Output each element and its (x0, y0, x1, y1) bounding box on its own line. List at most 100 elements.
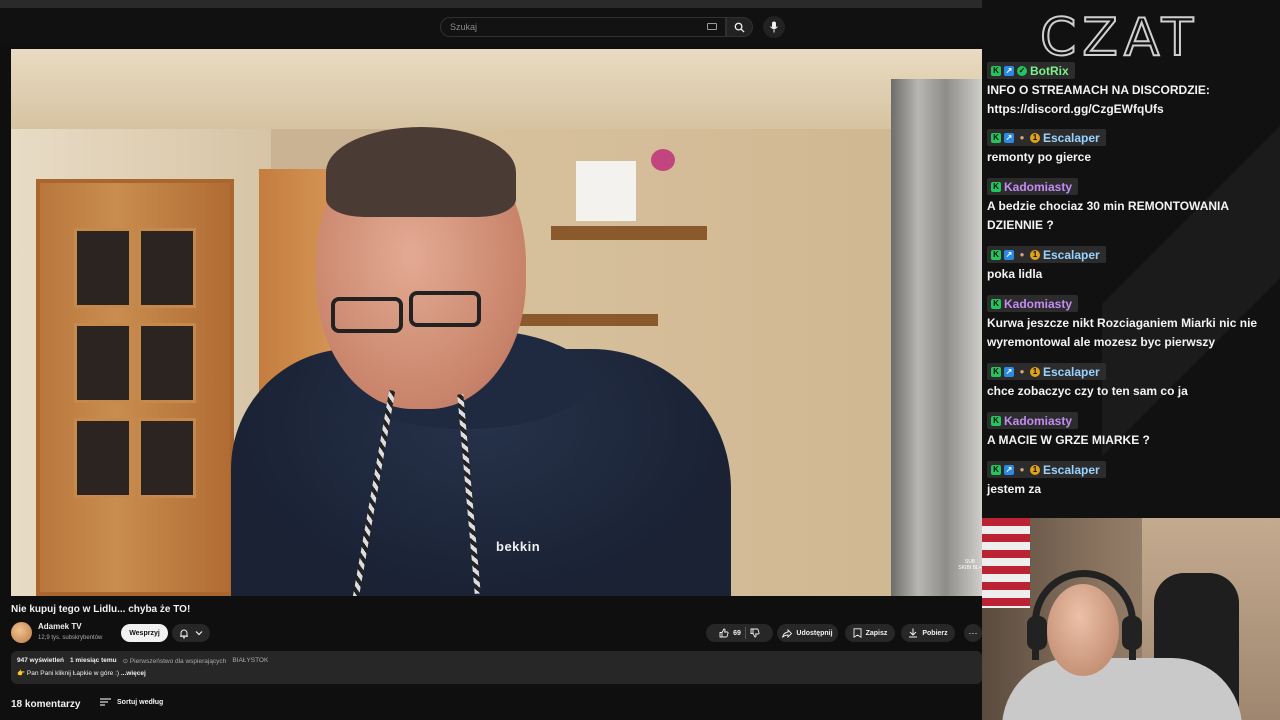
gold-badge-icon: 1 (1030, 366, 1040, 377)
like-dislike-group: 69 (706, 624, 773, 642)
chat-message: K ↗ ● 1 Escalaper poka lidla (987, 244, 1277, 284)
moderator-badge-icon: ↗ (1004, 249, 1014, 260)
video-scene (36, 179, 234, 596)
location-tag[interactable]: BIAŁYSTOK (232, 657, 268, 665)
supporter-badge-icon: ● (1019, 133, 1025, 142)
gold-badge-icon: 1 (1030, 249, 1040, 260)
video-player[interactable]: bekkin SUB SKIBI BL+ (11, 49, 982, 596)
chat-logo: CZAT (1039, 7, 1200, 69)
video-scene (551, 226, 707, 240)
chevron-down-icon (195, 631, 203, 636)
moderator-badge-icon: ↗ (1004, 65, 1014, 76)
chat-username: Escalaper (1043, 364, 1100, 379)
search-input[interactable]: Szukaj (440, 17, 726, 37)
description-box[interactable]: 947 wyświetleń 1 miesiąc temu ⊙ Pierwsze… (11, 651, 982, 684)
description-meta: 947 wyświetleń 1 miesiąc temu ⊙ Pierwsze… (17, 657, 976, 665)
download-label: Pobierz (922, 629, 948, 637)
like-count: 69 (733, 629, 741, 637)
view-count: 947 wyświetleń (17, 657, 64, 664)
kick-badge-icon: K (991, 132, 1001, 143)
chat-message: K Kadomiasty Kurwa jeszcze nikt Rozciaga… (987, 293, 1277, 352)
video-scene (326, 127, 516, 217)
verified-badge-icon: ✓ (1017, 65, 1027, 76)
supporter-badge-icon: ● (1019, 465, 1025, 474)
voice-search-button[interactable] (763, 16, 785, 38)
chat-username: Kadomiasty (1004, 296, 1073, 311)
channel-name[interactable]: Adamek TV (38, 622, 82, 631)
youtube-page: Szukaj bekkin SUB SKIBI BL+ Nie kupuj te… (0, 0, 982, 720)
chat-username-tag: K ↗ ● 1 Escalaper (987, 129, 1106, 146)
sort-label: Sortuj według (117, 698, 164, 706)
supporter-badge-icon: ● (1019, 250, 1025, 259)
gold-badge-icon: 1 (1030, 132, 1040, 143)
moderator-badge-icon: ↗ (1004, 464, 1014, 475)
chat-username-tag: K Kadomiasty (987, 178, 1079, 195)
kick-badge-icon: K (991, 65, 1001, 76)
video-scene (11, 49, 982, 129)
save-icon (853, 628, 862, 638)
headset-icon (1032, 570, 1136, 660)
chat-message: K ↗ ● 1 Escalaper remonty po gierce (987, 127, 1277, 167)
kick-badge-icon: K (991, 366, 1001, 377)
video-scene (331, 297, 403, 333)
video-scene (891, 79, 982, 596)
bell-icon (180, 629, 188, 639)
search-icon (734, 22, 745, 33)
kick-badge-icon: K (991, 181, 1001, 192)
dislike-button[interactable] (750, 628, 760, 638)
keyboard-icon[interactable] (707, 23, 717, 30)
download-button[interactable]: Pobierz (901, 624, 955, 642)
chat-username: Escalaper (1043, 247, 1100, 262)
video-title: Nie kupuj tego w Lidlu... chyba że TO! (11, 604, 191, 615)
webcam-overlay (982, 518, 1280, 720)
chat-username-tag: K ↗ ● 1 Escalaper (987, 246, 1106, 263)
chat-message-text: remonty po gierce (987, 150, 1092, 164)
search-placeholder: Szukaj (450, 22, 478, 32)
description-snippet: 👉 Pan Pani kliknij Łapkie w góre :) (17, 670, 120, 677)
webcam-scene (1122, 616, 1142, 650)
chat-username-tag: K ↗ ✓ BotRix (987, 62, 1075, 79)
share-icon (782, 628, 793, 638)
video-scene (506, 314, 658, 326)
channel-avatar[interactable] (11, 622, 32, 643)
search-button[interactable] (726, 17, 753, 37)
chat-message: K ↗ ● 1 Escalaper jestem za (987, 459, 1277, 499)
chat-message-text: poka lidla (987, 267, 1043, 281)
webcam-scene (1027, 616, 1047, 650)
kick-badge-icon: K (991, 249, 1001, 260)
mic-icon (770, 21, 778, 33)
thumbs-up-icon (719, 628, 729, 638)
kick-badge-icon: K (991, 415, 1001, 426)
notifications-button[interactable] (172, 624, 210, 642)
chat-username: Escalaper (1043, 462, 1100, 477)
show-more-link[interactable]: ...więcej (121, 670, 146, 677)
divider (744, 627, 746, 639)
sort-icon (100, 698, 111, 706)
chat-message-text: INFO O STREAMACH NA DISCORDZIE: https://… (987, 83, 1210, 116)
priority-note: ⊙ Pierwszeństwo dla wspierających (122, 658, 227, 665)
thumbs-down-icon (750, 628, 760, 638)
chat-username: BotRix (1030, 63, 1069, 78)
like-button[interactable]: 69 (719, 628, 741, 638)
chat-message-text: Kurwa jeszcze nikt Rozciaganiem Miarki n… (987, 316, 1258, 349)
more-icon: ⋯ (968, 627, 978, 638)
supporter-badge-icon: ● (1019, 367, 1025, 376)
more-actions-button[interactable]: ⋯ (964, 624, 982, 642)
moderator-badge-icon: ↗ (1004, 366, 1014, 377)
gold-badge-icon: 1 (1030, 464, 1040, 475)
chat-message-text: A MACIE W GRZE MIARKE ? (987, 433, 1150, 447)
download-icon (909, 628, 918, 638)
chat-username-tag: K ↗ ● 1 Escalaper (987, 363, 1106, 380)
description-snippet-line: 👉 Pan Pani kliknij Łapkie w góre :) ...w… (17, 669, 976, 677)
save-button[interactable]: Zapisz (845, 624, 895, 642)
chat-username: Kadomiasty (1004, 413, 1073, 428)
chat-username: Escalaper (1043, 130, 1100, 145)
sort-comments-button[interactable]: Sortuj według (100, 698, 163, 706)
video-scene (409, 291, 481, 327)
chat-message: K Kadomiasty A MACIE W GRZE MIARKE ? (987, 410, 1277, 450)
share-button[interactable]: Udostępnij (777, 624, 838, 642)
support-button[interactable]: Wesprzyj (121, 624, 168, 642)
webcam-scene (982, 518, 1030, 608)
moderator-badge-icon: ↗ (1004, 132, 1014, 143)
top-bar: Szukaj (0, 0, 982, 44)
